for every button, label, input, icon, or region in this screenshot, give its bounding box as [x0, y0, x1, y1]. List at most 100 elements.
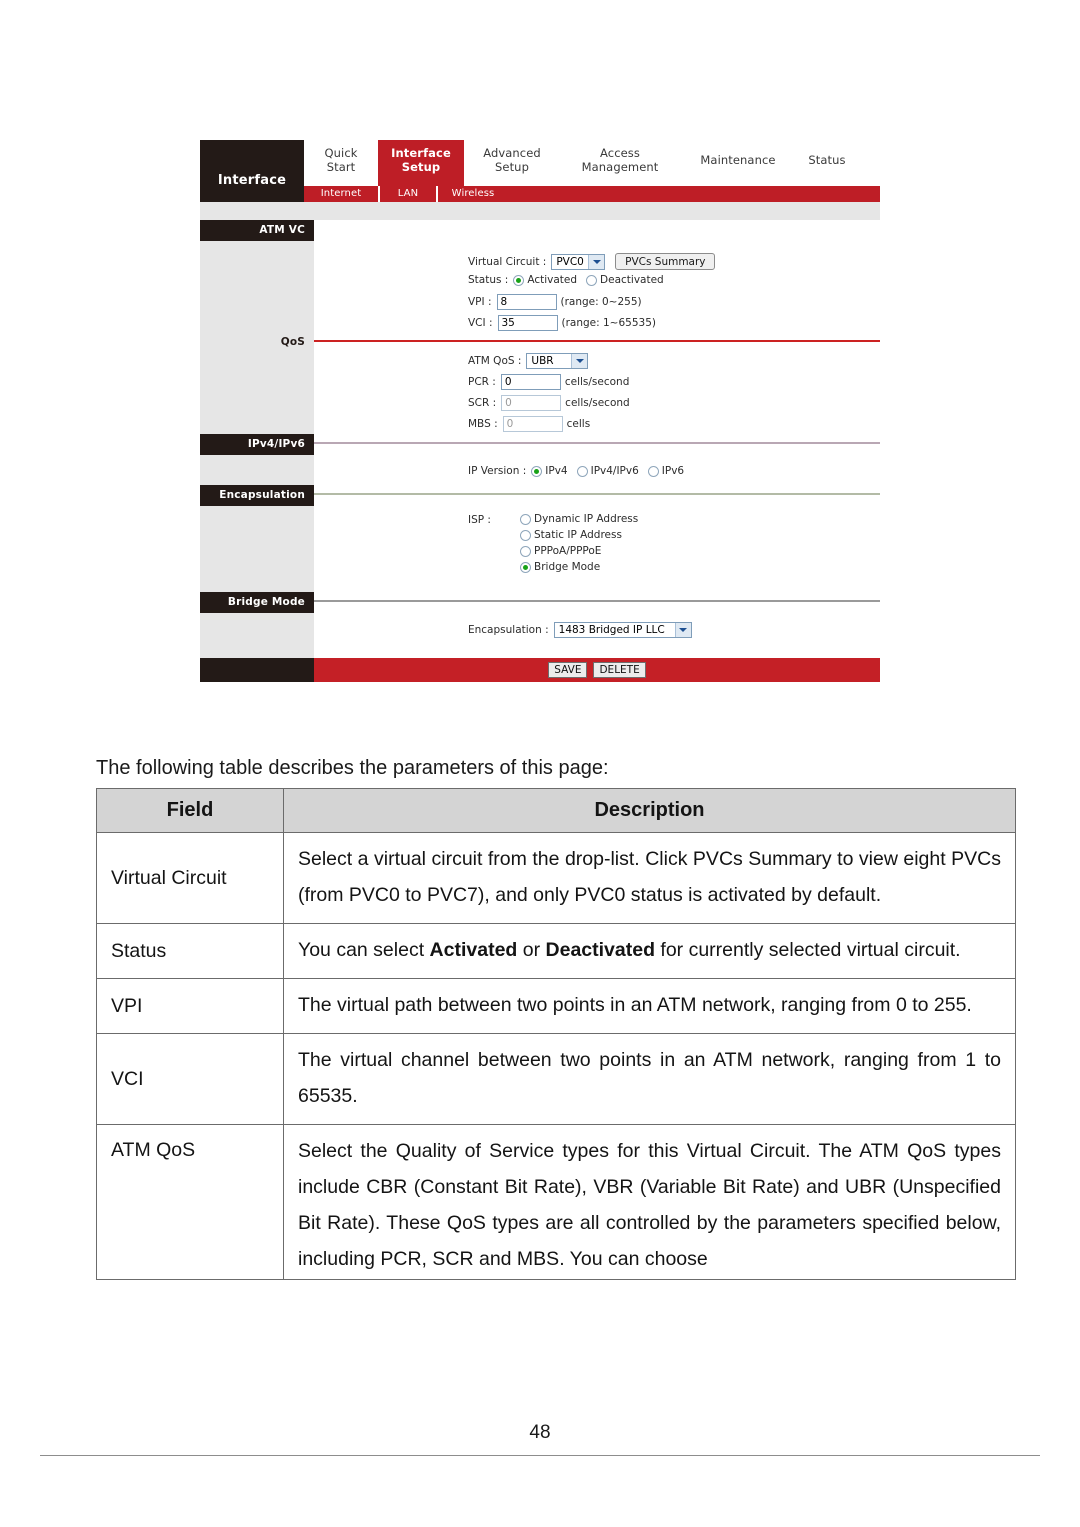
footer-rule: [40, 1455, 1040, 1456]
column-header-field: Field: [96, 788, 284, 833]
parameters-table: Field Description Virtual Circuit Select…: [96, 788, 1016, 1280]
radio-on-icon: [513, 274, 525, 286]
vci-label: VCI :: [468, 317, 493, 329]
nav-tab-list: Quick Start Interface Setup Advanced Set…: [304, 140, 880, 186]
nav-tab-quick-start-line1: Quick: [324, 146, 358, 160]
status-radio-activated[interactable]: Activated: [513, 274, 577, 286]
table-row: Status You can select Activated or Deact…: [96, 923, 1016, 979]
row-description-vpi: The virtual path between two points in a…: [283, 978, 1016, 1034]
top-navigation: Interface Quick Start Interface Setup Ad…: [200, 140, 880, 202]
scr-input[interactable]: 0: [501, 395, 562, 411]
nav-tab-interface-setup-line1: Interface: [391, 146, 451, 160]
status-desc-part-0: You can select: [298, 939, 430, 961]
isp-radio-bridge-mode-label: Bridge Mode: [534, 561, 601, 573]
page-number: 48: [529, 1422, 551, 1443]
sub-tab-wireless[interactable]: Wireless: [438, 186, 508, 202]
row-mbs: MBS : 0 cells: [468, 416, 590, 432]
row-description-status: You can select Activated or Deactivated …: [283, 923, 1016, 979]
isp-radio-dynamic-ip-label: Dynamic IP Address: [534, 513, 639, 525]
sub-tab-lan[interactable]: LAN: [380, 186, 436, 202]
nav-tab-access-management[interactable]: Access Management: [560, 140, 680, 186]
atm-qos-select[interactable]: UBR: [526, 353, 589, 369]
sub-tab-internet[interactable]: Internet: [304, 186, 378, 202]
pcr-input[interactable]: 0: [500, 374, 561, 390]
mbs-input[interactable]: 0: [502, 416, 563, 432]
isp-radio-static-ip-label: Static IP Address: [534, 529, 622, 541]
status-radio-deactivated[interactable]: Deactivated: [586, 274, 664, 286]
nav-tab-status[interactable]: Status: [790, 140, 864, 186]
isp-label-row: ISP :: [468, 514, 496, 526]
column-header-description: Description: [283, 788, 1016, 833]
row-field-vpi: VPI: [96, 978, 284, 1034]
router-admin-screenshot: Interface Quick Start Interface Setup Ad…: [200, 140, 880, 682]
action-bar-rail: [200, 658, 314, 682]
table-row: VPI The virtual path between two points …: [96, 978, 1016, 1034]
divider-qos: [314, 340, 880, 342]
row-field-vci: VCI: [96, 1033, 284, 1125]
row-field-virtual-circuit: Virtual Circuit: [96, 832, 284, 924]
isp-radio-bridge-mode[interactable]: Bridge Mode: [520, 561, 638, 573]
radio-off-icon: [520, 545, 531, 557]
table-header-row: Field Description: [96, 788, 1016, 833]
isp-radio-group: Dynamic IP Address Static IP Address PPP…: [520, 513, 647, 577]
ip-version-radio-ipv4[interactable]: IPv4: [531, 465, 568, 477]
ip-version-radio-ipv4-label: IPv4: [545, 465, 568, 477]
isp-radio-dynamic-ip[interactable]: Dynamic IP Address: [520, 513, 638, 525]
row-description-vci: The virtual channel between two points i…: [283, 1033, 1016, 1125]
isp-radio-static-ip[interactable]: Static IP Address: [520, 529, 638, 541]
nav-tab-access-management-line2: Management: [581, 159, 659, 174]
isp-radio-pppoa-pppoe[interactable]: PPPoA/PPPoE: [520, 545, 638, 557]
virtual-circuit-select[interactable]: PVC0: [551, 253, 606, 270]
nav-tab-quick-start[interactable]: Quick Start: [304, 140, 378, 186]
nav-tab-maintenance[interactable]: Maintenance: [686, 140, 790, 186]
radio-on-icon: [531, 465, 543, 477]
scr-unit-label: cells/second: [565, 397, 630, 409]
delete-button[interactable]: DELETE: [593, 662, 646, 678]
pcr-label: PCR :: [468, 376, 496, 388]
virtual-circuit-label: Virtual Circuit :: [468, 255, 547, 268]
nav-tab-quick-start-line2: Start: [326, 159, 356, 174]
row-description-atm-qos: Select the Quality of Service types for …: [283, 1124, 1016, 1280]
nav-tab-interface-setup[interactable]: Interface Setup: [378, 140, 464, 186]
mbs-label: MBS :: [468, 418, 498, 430]
row-atm-qos: ATM QoS : UBR: [468, 353, 589, 369]
nav-tab-interface-setup-line2: Setup: [401, 159, 441, 174]
row-encapsulation-select: Encapsulation : 1483 Bridged IP LLC: [468, 622, 692, 638]
vci-range-hint: (range: 1~65535): [561, 317, 656, 329]
intro-paragraph: The following table describes the parame…: [96, 757, 609, 779]
row-description-virtual-circuit: Select a virtual circuit from the drop-l…: [283, 832, 1016, 924]
bridge-encapsulation-select[interactable]: 1483 Bridged IP LLC: [553, 622, 692, 638]
pvcs-summary-button[interactable]: PVCs Summary: [615, 253, 716, 270]
rail-label-ipv4-ipv6: IPv4/IPv6: [200, 434, 314, 455]
row-ip-version: IP Version : IPv4 IPv4/IPv6 IPv6: [468, 465, 693, 477]
table-row: VCI The virtual channel between two poin…: [96, 1033, 1016, 1125]
settings-panel: [314, 220, 880, 682]
vpi-input[interactable]: 8: [496, 294, 557, 310]
save-button[interactable]: SAVE: [548, 662, 588, 678]
ip-version-radio-ipv6[interactable]: IPv6: [647, 465, 684, 477]
status-radio-activated-label: Activated: [527, 274, 578, 286]
rail-label-encapsulation: Encapsulation: [200, 485, 314, 506]
row-status: Status : Activated Deactivated: [468, 274, 673, 286]
vci-input[interactable]: 35: [497, 315, 558, 331]
form-action-bar: SAVE DELETE: [200, 658, 880, 682]
action-buttons: SAVE DELETE: [314, 658, 880, 682]
bridge-encapsulation-label: Encapsulation :: [468, 624, 549, 636]
radio-off-icon: [576, 465, 588, 477]
row-field-status: Status: [96, 923, 284, 979]
nav-tab-maintenance-line1: Maintenance: [700, 153, 776, 167]
rail-label-qos: QoS: [280, 336, 305, 348]
table-row: Virtual Circuit Select a virtual circuit…: [96, 832, 1016, 924]
status-radio-deactivated-label: Deactivated: [600, 274, 664, 286]
bridge-encapsulation-select-value: 1483 Bridged IP LLC: [558, 624, 665, 636]
status-desc-part-3: Deactivated: [545, 939, 655, 961]
pcr-unit-label: cells/second: [564, 376, 630, 388]
divider-ipv4-ipv6: [314, 442, 880, 444]
settings-body: ATM VC Virtual Circuit : PVC0 PVCs Summa…: [200, 220, 880, 682]
vpi-label: VPI :: [468, 296, 492, 308]
nav-tab-advanced-setup[interactable]: Advanced Setup: [464, 140, 560, 186]
row-vpi: VPI : 8 (range: 0~255): [468, 294, 642, 310]
radio-off-icon: [520, 529, 531, 541]
ip-version-radio-ipv4-ipv6[interactable]: IPv4/IPv6: [576, 465, 639, 477]
row-scr: SCR : 0 cells/second: [468, 395, 630, 411]
